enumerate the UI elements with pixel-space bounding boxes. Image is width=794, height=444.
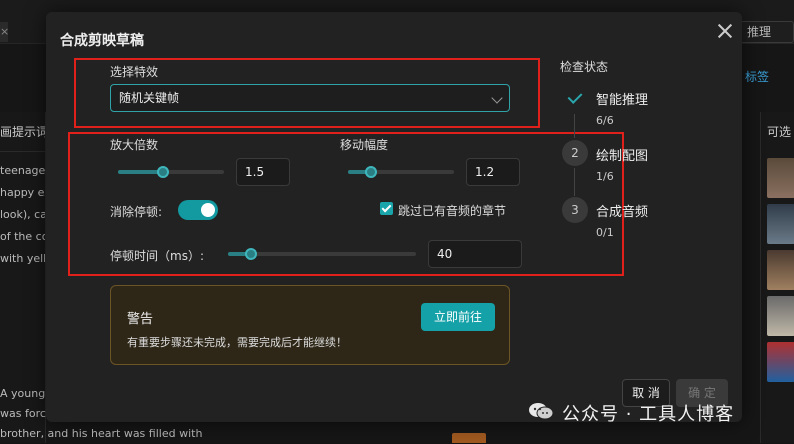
story-line: brother, and his heart was filled with <box>0 424 240 444</box>
watermark-text: 公众号 · 工具人博客 <box>562 400 734 426</box>
prompt-line: with yello <box>0 248 45 270</box>
check-status-title: 检查状态 <box>560 58 608 75</box>
step-name: 智能推理 <box>596 89 648 108</box>
zoom-slider-fill <box>118 170 163 174</box>
tags-link[interactable]: 标签 <box>745 68 769 85</box>
close-icon[interactable] <box>716 22 734 40</box>
go-now-button[interactable]: 立即前往 <box>421 303 495 331</box>
warning-panel: 警告 有重要步骤还未完成，需要完成后才能继续！ 立即前往 <box>110 285 510 365</box>
warning-title: 警告 <box>127 308 153 327</box>
step-count: 0/1 <box>596 226 614 239</box>
effect-select[interactable]: 随机关键帧 <box>110 84 510 112</box>
pause-time-input[interactable]: 40 <box>428 240 522 268</box>
compose-draft-dialog: 合成剪映草稿 选择特效 随机关键帧 放大倍数 1.5 移动幅度 1.2 消除停顿… <box>46 12 742 422</box>
bottom-tag <box>452 433 486 443</box>
pause-slider-handle[interactable] <box>245 248 257 260</box>
skip-audio-checkbox[interactable] <box>380 202 393 215</box>
step-connector <box>574 114 575 138</box>
zoom-slider-handle[interactable] <box>157 166 169 178</box>
wechat-icon <box>528 401 554 421</box>
pause-time-label: 停顿时间（ms）: <box>110 247 204 264</box>
image-thumbnail[interactable] <box>767 158 794 198</box>
dialog-title: 合成剪映草稿 <box>60 30 144 50</box>
step-name: 合成音频 <box>596 201 648 220</box>
move-slider[interactable] <box>348 170 454 174</box>
move-input[interactable]: 1.2 <box>466 158 520 186</box>
effect-select-value: 随机关键帧 <box>119 91 179 105</box>
remove-pause-toggle[interactable] <box>178 200 218 220</box>
check-icon <box>562 85 588 111</box>
step-connector <box>574 168 575 196</box>
step-number-icon: 3 <box>562 197 588 223</box>
prompt-text: teenager happy ex look), cas of the co w… <box>0 152 45 270</box>
tab-close-icon[interactable]: × <box>0 22 8 42</box>
optional-column-header: 可选 <box>761 112 794 152</box>
prompt-line: teenager <box>0 160 45 182</box>
prompt-line: look), cas <box>0 204 45 226</box>
zoom-input[interactable]: 1.5 <box>236 158 290 186</box>
prompt-line: happy ex <box>0 182 45 204</box>
toggle-knob <box>201 203 215 217</box>
zoom-label: 放大倍数 <box>110 136 158 153</box>
image-thumbnail[interactable] <box>767 342 794 382</box>
image-thumbnail[interactable] <box>767 296 794 336</box>
warning-message: 有重要步骤还未完成，需要完成后才能继续！ <box>127 334 347 350</box>
step-count: 1/6 <box>596 170 614 183</box>
skip-audio-label: 跳过已有音频的章节 <box>398 202 506 219</box>
image-thumbnail[interactable] <box>767 250 794 290</box>
step-count: 6/6 <box>596 114 614 127</box>
effect-label: 选择特效 <box>110 63 158 80</box>
optional-images-column: 可选 <box>760 112 794 443</box>
zoom-slider[interactable] <box>118 170 224 174</box>
step-number-icon: 2 <box>562 140 588 166</box>
move-label: 移动幅度 <box>340 136 388 153</box>
inference-button[interactable]: 推理 <box>740 21 794 43</box>
pause-time-slider[interactable] <box>228 252 416 256</box>
prompt-line: of the co <box>0 226 45 248</box>
prompt-column-header: 画提示词 <box>0 112 45 152</box>
chevron-down-icon <box>491 92 502 103</box>
remove-pause-label: 消除停顿: <box>110 203 162 220</box>
image-thumbnail[interactable] <box>767 204 794 244</box>
step-name: 绘制配图 <box>596 145 648 164</box>
